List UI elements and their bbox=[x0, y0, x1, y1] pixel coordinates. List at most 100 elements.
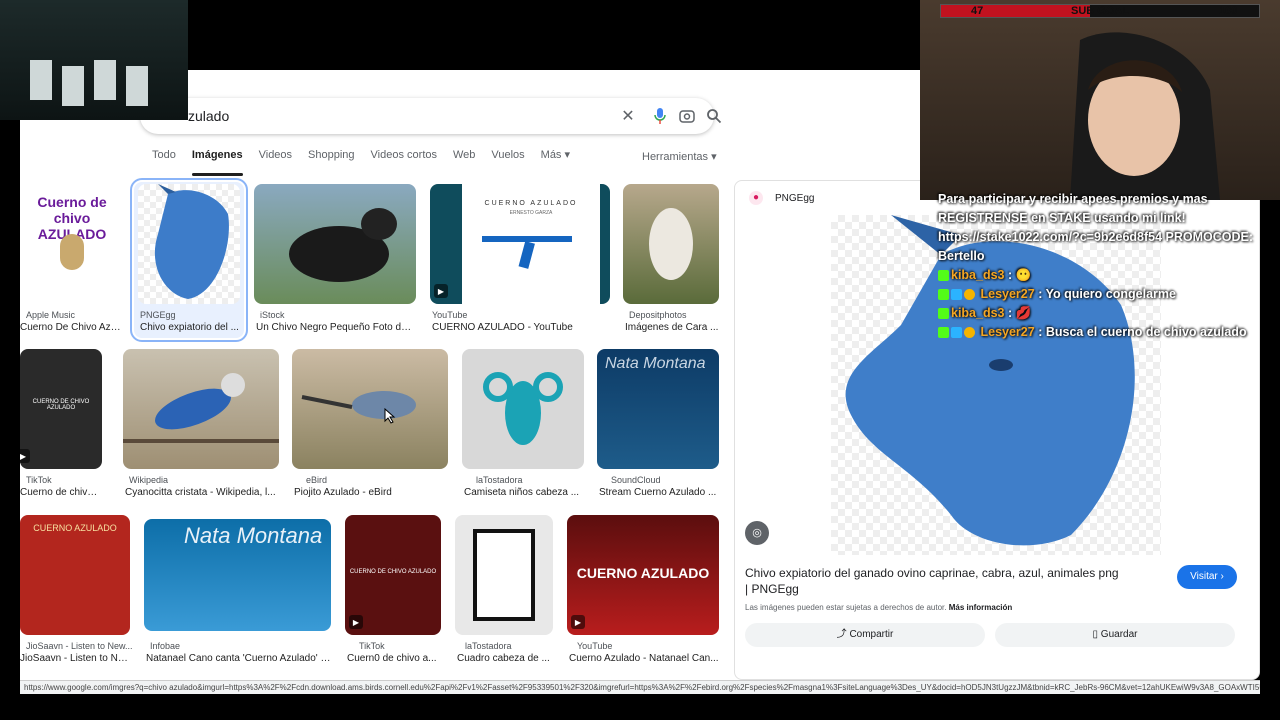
gem-badge-icon bbox=[951, 289, 962, 301]
sub-goal-target: 100 bbox=[1219, 5, 1238, 17]
tools-menu[interactable]: Herramientas ▾ bbox=[642, 150, 717, 163]
result-source: TikTok bbox=[26, 475, 52, 485]
result-title: CUERNO AZULADO - YouTube bbox=[432, 322, 573, 333]
browser-status-url: https://www.google.com/imgres?q=chivo az… bbox=[20, 680, 1260, 694]
sub-badge-icon bbox=[964, 327, 975, 339]
result-title: Cuerno Azulado - Natanael Can... bbox=[569, 653, 719, 664]
chat-message: Lesyer27 : Busca el cuerno de chivo azul… bbox=[938, 323, 1260, 342]
tab-vuelos[interactable]: Vuelos bbox=[491, 150, 524, 172]
chat-username: kiba_ds3 bbox=[951, 268, 1005, 282]
result-card[interactable]: CUERNO AZULADO ▶ YouTube Cuerno Azulado … bbox=[567, 515, 719, 675]
result-card[interactable]: Depositphotos Imágenes de Cara ... bbox=[623, 184, 719, 344]
lens-icon[interactable] bbox=[677, 106, 697, 126]
sub-goal-bar: 47 SUB GOAL 100 bbox=[940, 4, 1260, 18]
result-source: Depositphotos bbox=[629, 310, 687, 320]
result-title: Stream Cuerno Azulado ... bbox=[599, 487, 717, 498]
share-button[interactable]: ⤴ Compartir bbox=[745, 623, 985, 647]
microphone-icon[interactable] bbox=[650, 106, 670, 126]
detail-caption[interactable]: Chivo expiatorio del ganado ovino caprin… bbox=[745, 565, 1125, 597]
more-info-link[interactable]: Más información bbox=[949, 603, 1013, 612]
search-icon[interactable] bbox=[704, 106, 724, 126]
share-icon: ⤴ bbox=[836, 629, 850, 640]
result-card[interactable]: iStock Un Chivo Negro Pequeño Foto de ..… bbox=[254, 184, 416, 344]
result-thumbnail bbox=[292, 349, 448, 469]
result-source: YouTube bbox=[577, 641, 613, 651]
thumb-text: CUERNO DE CHIVO AZULADO bbox=[349, 569, 437, 575]
result-thumbnail: CUERNO AZULADO bbox=[20, 515, 130, 635]
result-title: Chivo expiatorio del ... bbox=[140, 322, 239, 333]
sub-badge-icon bbox=[964, 289, 975, 301]
result-card[interactable]: eBird Piojito Azulado - eBird bbox=[292, 349, 448, 509]
result-source: JioSaavn - Listen to New... bbox=[26, 641, 133, 651]
tab-web[interactable]: Web bbox=[453, 150, 475, 172]
kick-badge-icon bbox=[938, 289, 949, 301]
search-query[interactable]: zulado bbox=[188, 108, 229, 124]
mouse-cursor-icon bbox=[384, 408, 396, 424]
result-source: iStock bbox=[260, 310, 285, 320]
play-icon: ▶ bbox=[571, 615, 585, 629]
result-card[interactable]: CUERNO AZULADO ERNESTO GARZA ▶ YouTube C… bbox=[430, 184, 610, 344]
tab-mas[interactable]: Más ▾ bbox=[541, 150, 570, 172]
search-box[interactable]: zulado ✕ bbox=[140, 98, 722, 134]
emote-icon: 😶 bbox=[1015, 268, 1032, 282]
tab-videos[interactable]: Videos bbox=[259, 150, 292, 172]
detail-site-name[interactable]: PNGEgg bbox=[775, 193, 814, 204]
result-title: JioSaavn - Listen to Ne... bbox=[20, 653, 130, 664]
tab-imagenes[interactable]: Imágenes bbox=[191, 150, 243, 176]
result-title: Natanael Cano canta 'Cuerno Azulado' f..… bbox=[146, 653, 331, 664]
chat-message: Lesyer27 : Yo quiero congelarme bbox=[938, 285, 1260, 304]
save-button[interactable]: ▯ Guardar bbox=[995, 623, 1235, 647]
clear-icon[interactable]: ✕ bbox=[618, 106, 638, 126]
visit-button[interactable]: Visitar › bbox=[1177, 565, 1237, 589]
thumb-subtext: ERNESTO GARZA bbox=[509, 210, 553, 216]
tab-videos-cortos[interactable]: Videos cortos bbox=[371, 150, 437, 172]
result-source: eBird bbox=[306, 475, 328, 485]
microphone-image bbox=[60, 234, 84, 270]
result-card[interactable]: laTostadora Camiseta niños cabeza ... bbox=[462, 349, 584, 509]
sub-goal-label: SUB GOAL bbox=[1071, 5, 1130, 17]
thumb-text: CUERNO DE CHIVO AZULADO bbox=[32, 399, 90, 411]
result-card[interactable]: laTostadora Cuadro cabeza de ... bbox=[455, 515, 553, 675]
play-icon: ▶ bbox=[434, 284, 448, 298]
result-source: Wikipedia bbox=[129, 475, 169, 485]
result-title: Cuerno De Chivo Azul... bbox=[20, 322, 124, 333]
chat-username: kiba_ds3 bbox=[951, 306, 1005, 320]
kick-badge-icon bbox=[938, 308, 949, 320]
kick-badge-icon bbox=[938, 327, 949, 339]
result-title: Piojito Azulado - eBird bbox=[294, 487, 392, 498]
result-title: Cuerno de chivo a... bbox=[20, 487, 102, 498]
result-thumbnail: Cuerno de chivo AZULADO bbox=[20, 184, 124, 304]
result-card[interactable]: Nata Montana Infobae Natanael Cano canta… bbox=[144, 519, 331, 675]
result-thumbnail: Nata Montana bbox=[597, 349, 719, 469]
tab-shopping[interactable]: Shopping bbox=[308, 150, 355, 172]
result-thumbnail bbox=[138, 184, 240, 304]
chat-text: : Busca el cuerno de chivo azulado bbox=[1038, 325, 1247, 339]
result-card[interactable]: CUERNO DE CHIVO AZULADO ▶ TikTok Cuern0 … bbox=[345, 515, 441, 675]
result-card-selected[interactable]: PNGEgg Chivo expiatorio del ... bbox=[130, 178, 248, 342]
thumb-text: CUERNO AZULADO bbox=[576, 565, 710, 581]
black-goat-image bbox=[289, 208, 397, 282]
chat-announcement: Para participar y recibir apees premios … bbox=[938, 192, 1254, 263]
result-thumbnail: CUERNO AZULADO bbox=[567, 515, 719, 635]
result-title: Cuern0 de chivo a... bbox=[347, 653, 437, 664]
ram-head-image bbox=[483, 372, 563, 445]
play-icon: ▶ bbox=[349, 615, 363, 629]
result-title: Cuadro cabeza de ... bbox=[457, 653, 550, 664]
play-icon: ▶ bbox=[20, 449, 30, 463]
result-card[interactable]: Nata Montana SoundCloud Stream Cuerno Az… bbox=[597, 349, 719, 509]
result-title: Cyanocitta cristata - Wikipedia, l... bbox=[125, 487, 276, 498]
result-source: Apple Music bbox=[26, 310, 76, 320]
chat-username: Lesyer27 bbox=[980, 287, 1035, 301]
chat-message: kiba_ds3 : 😶 bbox=[938, 266, 1260, 285]
thumb-text: Nata Montana bbox=[605, 355, 706, 372]
blue-goat-image bbox=[154, 184, 229, 299]
result-card[interactable]: Cuerno de chivo AZULADO Apple Music Cuer… bbox=[20, 184, 124, 344]
tab-todo[interactable]: Todo bbox=[152, 150, 176, 172]
result-source: PNGEgg bbox=[140, 310, 176, 320]
result-card[interactable]: CUERNO AZULADO JioSaavn - Listen to New.… bbox=[20, 515, 133, 675]
result-card[interactable]: Wikipedia Cyanocitta cristata - Wikipedi… bbox=[123, 349, 279, 509]
chat-text: : Yo quiero congelarme bbox=[1038, 287, 1176, 301]
result-source: Infobae bbox=[150, 641, 181, 651]
lens-search-icon[interactable]: ◎ bbox=[745, 521, 769, 545]
result-card[interactable]: CUERNO DE CHIVO AZULADO ▶ TikTok Cuerno … bbox=[20, 349, 102, 509]
